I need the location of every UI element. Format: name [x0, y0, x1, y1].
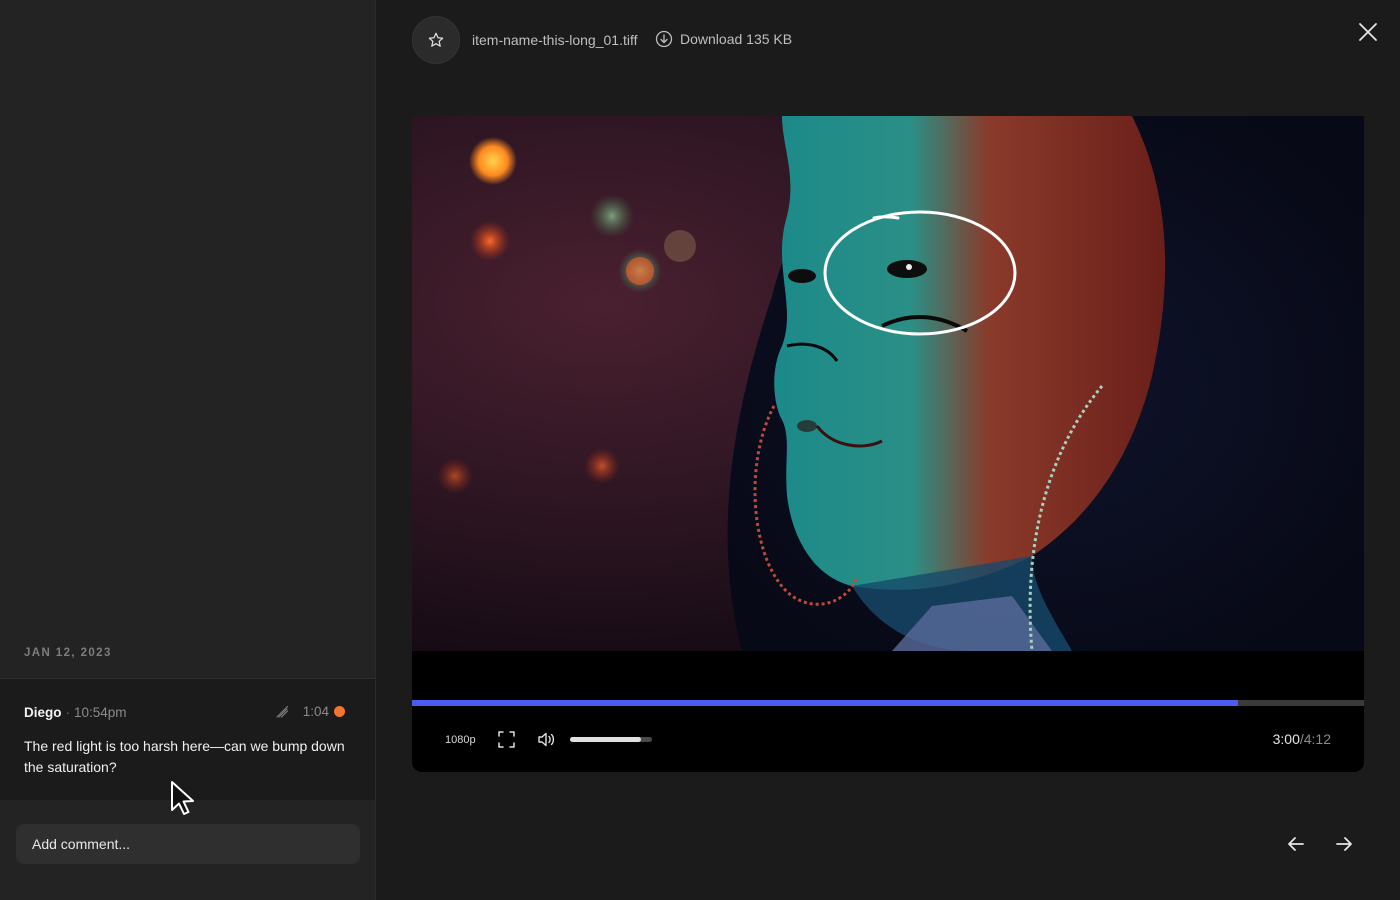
unread-dot: [334, 706, 345, 717]
volume-slider[interactable]: [570, 737, 652, 742]
comment-author[interactable]: Diego: [24, 705, 62, 720]
fullscreen-icon[interactable]: [498, 731, 515, 748]
player-controls: 1080p 3:00/4:12: [412, 722, 1364, 756]
annotation-pen-icon: [276, 705, 288, 718]
mouse-cursor-icon: [171, 781, 194, 815]
comment-timestamp[interactable]: 1:04: [303, 704, 345, 719]
current-time: 3:00: [1272, 731, 1300, 747]
video-frame[interactable]: [412, 116, 1364, 651]
comments-sidebar: JAN 12, 2023 Diego · 10:54pm 1:04 The re…: [0, 0, 376, 900]
comment-header: Diego · 10:54pm: [24, 705, 127, 720]
volume-fill: [570, 737, 642, 742]
file-name: item-name-this-long_01.tiff: [472, 32, 638, 48]
quality-selector[interactable]: 1080p: [445, 734, 476, 746]
download-label: Download 135 KB: [680, 31, 793, 47]
arrow-left-icon[interactable]: [1284, 832, 1308, 856]
progress-fill: [412, 700, 1239, 706]
time-readout: 3:00/4:12: [1273, 731, 1331, 747]
comment-text: The red light is too harsh here—can we b…: [24, 738, 345, 775]
video-player[interactable]: 1080p 3:00/4:12: [412, 116, 1364, 772]
close-icon[interactable]: [1356, 20, 1380, 44]
progress-bar[interactable]: [412, 700, 1364, 706]
comment-time: 10:54pm: [74, 705, 127, 720]
add-comment-input[interactable]: [16, 824, 360, 864]
date-label: JAN 12, 2023: [24, 647, 112, 659]
separator: ·: [65, 705, 71, 720]
arrow-right-icon[interactable]: [1332, 832, 1356, 856]
timestamp-label: 1:04: [302, 704, 329, 719]
favorite-button[interactable]: [412, 16, 460, 64]
download-icon: [655, 30, 673, 48]
star-icon: [428, 32, 444, 47]
total-time: /4:12: [1299, 731, 1331, 747]
volume-icon[interactable]: [538, 731, 556, 748]
comment-meta: 1:04: [275, 704, 345, 719]
download-button[interactable]: Download 135 KB: [655, 30, 792, 48]
